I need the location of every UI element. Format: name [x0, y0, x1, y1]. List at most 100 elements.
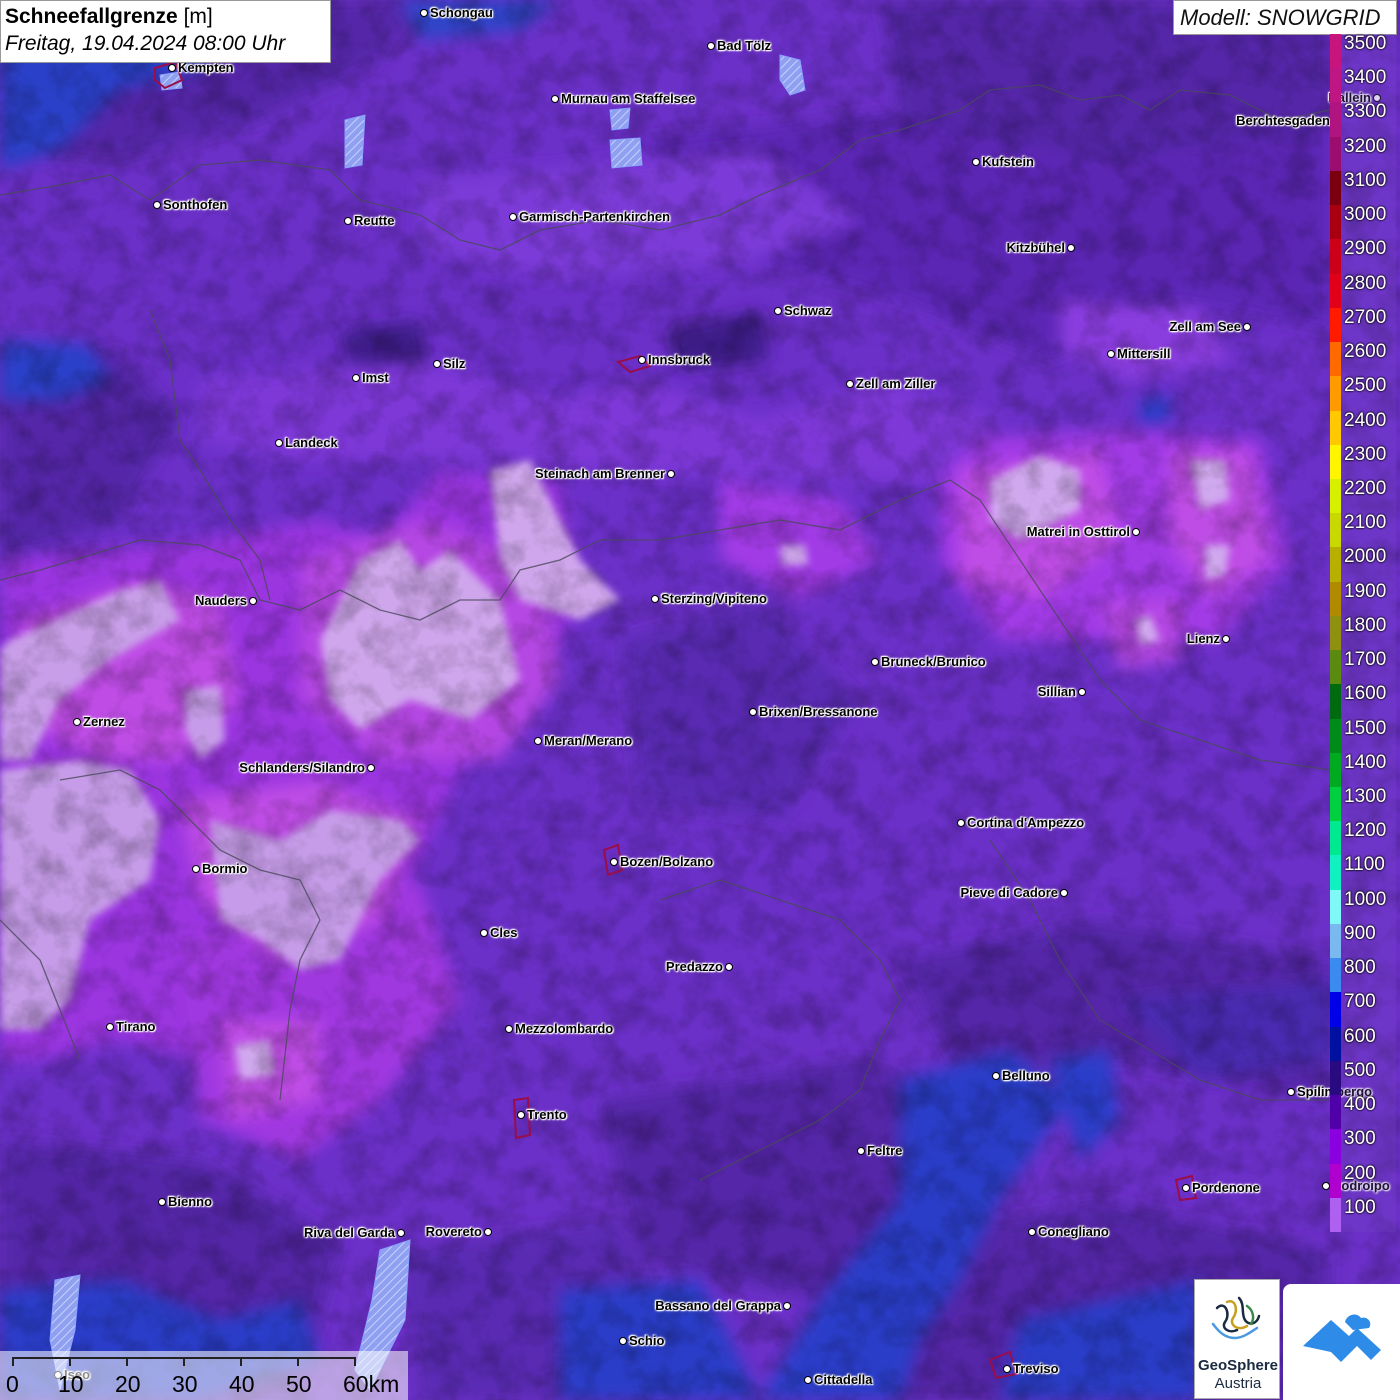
legend-value: 1300: [1344, 786, 1387, 808]
city-dot-icon: [158, 1198, 166, 1206]
city-label: Bad Tölz: [717, 38, 772, 53]
legend-item: 400: [1330, 1095, 1396, 1130]
city-label: Bruneck/Brunico: [881, 654, 986, 669]
city-dot-icon: [992, 1072, 1000, 1080]
city-label: Feltre: [867, 1143, 903, 1158]
city-label: Schlanders/Silandro: [239, 760, 365, 775]
legend-swatch: [1330, 992, 1341, 1027]
city-label: Treviso: [1013, 1361, 1059, 1376]
legend-item: 1000: [1330, 889, 1396, 924]
legend-value: 1900: [1344, 580, 1387, 602]
city-dot-icon: [638, 356, 646, 364]
title-unit: [m]: [183, 5, 213, 28]
city-dot-icon: [804, 1376, 812, 1384]
city-label: Bienno: [168, 1194, 213, 1209]
legend-value: 3000: [1344, 204, 1387, 226]
city-dot-icon: [534, 737, 542, 745]
city-dot-icon: [397, 1229, 405, 1237]
legend-item: 2200: [1330, 478, 1396, 514]
color-legend: 3500 3400 3300 3200 3100 3000 2900 2800 2700 2600…: [1330, 34, 1396, 1232]
legend-swatch: [1330, 102, 1341, 137]
city-dot-icon: [1078, 688, 1086, 696]
city-dot-icon: [1060, 889, 1068, 897]
city-label: Bassano del Grappa: [655, 1298, 781, 1313]
legend-item: 2700: [1330, 306, 1396, 343]
map-view[interactable]: Schongau Bad Tölz Kempten Murnau am Staffel…: [0, 0, 1400, 1400]
city-dot-icon: [610, 858, 618, 866]
city-dot-icon: [1067, 244, 1075, 252]
legend-value: 100: [1344, 1196, 1376, 1218]
city-label: Reutte: [354, 213, 395, 228]
legend-swatch: [1330, 444, 1341, 479]
city-dot-icon: [857, 1147, 865, 1155]
legend-item: 700: [1330, 992, 1396, 1027]
legend-value: 1200: [1344, 820, 1387, 842]
legend-item: 2800: [1330, 273, 1396, 308]
city-label: Bozen/Bolzano: [620, 854, 714, 869]
city-dot-icon: [1287, 1088, 1295, 1096]
city-label: Kitzbühel: [1006, 240, 1066, 255]
legend-swatch: [1330, 547, 1341, 582]
map-title: Schneefallgrenze [m]: [5, 4, 326, 30]
legend-item: 2600: [1330, 341, 1396, 377]
city-dot-icon: [725, 963, 733, 971]
city-label: Matrei in Osttirol: [1026, 524, 1130, 539]
legend-value: 2600: [1344, 341, 1387, 363]
city-label: Steinach am Brenner: [534, 466, 665, 481]
geosphere-logo[interactable]: GeoSphere Austria: [1194, 1279, 1280, 1399]
legend-swatch: [1330, 307, 1341, 343]
scale-label: 0: [6, 1371, 19, 1397]
geosphere-mark-icon: [1211, 1296, 1261, 1340]
legend-swatch: [1330, 1163, 1341, 1198]
legend-item: 1800: [1330, 615, 1396, 651]
legend-value: 600: [1344, 1025, 1376, 1047]
city-dot-icon: [1028, 1228, 1036, 1236]
legend-item: 900: [1330, 923, 1396, 959]
city-label: Schwaz: [784, 303, 832, 318]
legend-item: 2900: [1330, 239, 1396, 274]
city-label: Cittadella: [814, 1372, 873, 1387]
legend-swatch: [1330, 684, 1341, 719]
geosphere-sub: Austria: [1214, 1375, 1262, 1392]
legend-swatch: [1330, 1095, 1341, 1130]
legend-swatch: [1330, 239, 1341, 274]
city-label: Predazzo: [665, 959, 723, 974]
legend-value: 2300: [1344, 443, 1387, 465]
legend-swatch: [1330, 478, 1341, 514]
city-label: Imst: [362, 370, 389, 385]
city-label: Sterzing/Vipiteno: [661, 591, 767, 606]
legend-item: 1700: [1330, 650, 1396, 685]
legend-item: 2400: [1330, 410, 1396, 445]
city-dot-icon: [651, 595, 659, 603]
city-label: Trento: [527, 1107, 567, 1122]
legend-item: 200: [1330, 1163, 1396, 1198]
city-label: Belluno: [1002, 1068, 1050, 1083]
legend-value: 2700: [1344, 306, 1387, 328]
city-label: Schongau: [430, 5, 493, 20]
city-dot-icon: [774, 307, 782, 315]
city-dot-icon: [344, 217, 352, 225]
map-title-box: Schneefallgrenze [m] Freitag, 19.04.2024…: [0, 0, 331, 63]
scale-label: 50: [286, 1371, 312, 1397]
city-label: Zell am See: [1169, 319, 1241, 334]
city-dot-icon: [1132, 528, 1140, 536]
city-dot-icon: [367, 764, 375, 772]
scale-tick: [183, 1357, 185, 1366]
legend-item: 1200: [1330, 820, 1396, 856]
city-label: Zernez: [83, 714, 125, 729]
city-dot-icon: [168, 64, 176, 72]
legend-value: 1600: [1344, 683, 1387, 705]
city-label: Conegliano: [1038, 1224, 1109, 1239]
legend-item: 2100: [1330, 513, 1396, 548]
legend-item: 3100: [1330, 170, 1396, 206]
city-label: Garmisch-Partenkirchen: [519, 209, 671, 224]
city-dot-icon: [192, 865, 200, 873]
legend-swatch: [1330, 273, 1341, 308]
legend-swatch: [1330, 1197, 1341, 1232]
city-label: Berchtesgaden: [1236, 113, 1330, 128]
city-dot-icon: [505, 1025, 513, 1033]
scale-label: 10: [58, 1371, 84, 1397]
app-logo[interactable]: [1283, 1284, 1400, 1400]
legend-item: 3400: [1330, 68, 1396, 103]
city-dot-icon: [509, 213, 517, 221]
